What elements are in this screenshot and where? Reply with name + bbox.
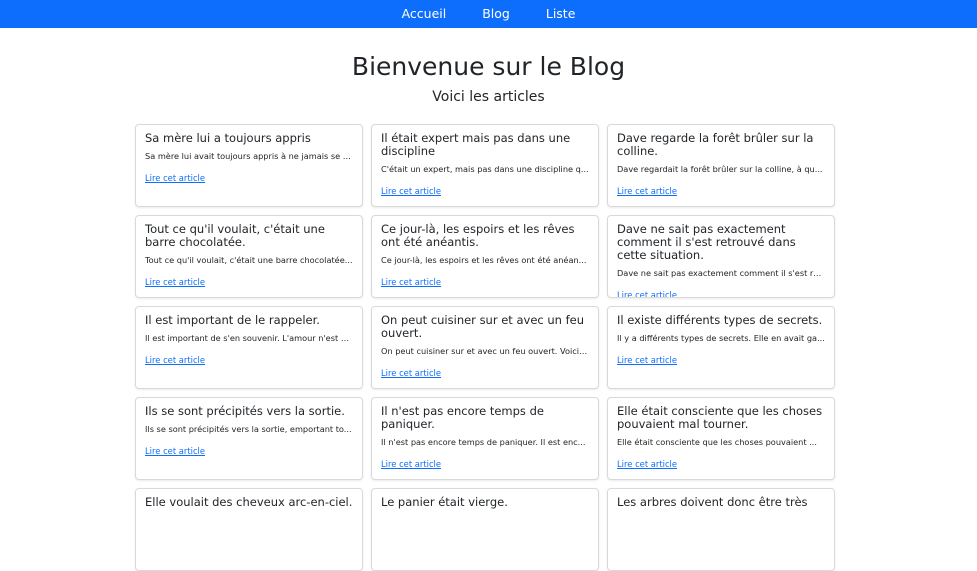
read-article-link[interactable]: Lire cet article — [617, 290, 677, 297]
article-excerpt: Dave regardait la forêt brûler sur la co… — [617, 164, 823, 174]
article-excerpt: Il est important de s'en souvenir. L'amo… — [145, 333, 353, 343]
read-article-link[interactable]: Lire cet article — [381, 277, 441, 288]
read-article-link[interactable]: Lire cet article — [381, 186, 441, 197]
article-excerpt: Il n'est pas encore temps de paniquer. I… — [381, 437, 586, 447]
article-title: Dave ne sait pas exactement comment il s… — [617, 222, 796, 262]
article-card: Elle voulait des cheveux arc-en-ciel. — [135, 488, 363, 571]
article-title: Il n'est pas encore temps de paniquer. — [381, 404, 544, 431]
article-title: Elle voulait des cheveux arc-en-ciel. — [145, 495, 353, 509]
article-title: Les arbres doivent donc être très — [617, 495, 808, 509]
article-title: Il est important de le rappeler. — [145, 313, 320, 327]
page-title: Bienvenue sur le Blog — [351, 52, 626, 81]
article-title: Sa mère lui a toujours appris — [145, 131, 311, 145]
article-card: Ils se sont précipités vers la sortie. I… — [135, 397, 363, 480]
article-title: On peut cuisiner sur et avec un feu ouve… — [381, 313, 585, 340]
article-card: Il n'est pas encore temps de paniquer. I… — [371, 397, 599, 480]
article-excerpt: Ce jour-là, les espoirs et les rêves ont… — [381, 255, 587, 265]
article-excerpt: C'était un expert, mais pas dans une dis… — [381, 164, 589, 174]
read-article-link[interactable]: Lire cet article — [617, 186, 677, 197]
article-title: Il existe différents types de secrets. — [617, 313, 823, 327]
article-card: Dave regarde la forêt brûler sur la coll… — [607, 124, 835, 207]
articles-grid: Sa mère lui a toujours appris Sa mère lu… — [135, 124, 835, 571]
read-article-link[interactable]: Lire cet article — [145, 277, 205, 288]
read-article-link[interactable]: Lire cet article — [617, 355, 677, 366]
read-article-link[interactable]: Lire cet article — [145, 355, 205, 366]
article-card: Sa mère lui a toujours appris Sa mère lu… — [135, 124, 363, 207]
top-navbar: Accueil Blog Liste — [0, 0, 977, 28]
article-card: Il existe différents types de secrets. I… — [607, 306, 835, 389]
article-title: Le panier était vierge. — [381, 495, 508, 509]
article-card: Il est important de le rappeler. Il est … — [135, 306, 363, 389]
article-excerpt: Il y a différents types de secrets. Elle… — [617, 333, 825, 343]
article-card: Le panier était vierge. — [371, 488, 599, 571]
article-card: Dave ne sait pas exactement comment il s… — [607, 215, 835, 298]
article-title: Ils se sont précipités vers la sortie. — [145, 404, 345, 418]
article-card: Il était expert mais pas dans une discip… — [371, 124, 599, 207]
article-card: On peut cuisiner sur et avec un feu ouve… — [371, 306, 599, 389]
read-article-link[interactable]: Lire cet article — [145, 446, 205, 457]
article-title: Elle était consciente que les choses pou… — [617, 404, 823, 431]
read-article-link[interactable]: Lire cet article — [145, 173, 205, 184]
article-excerpt: On peut cuisiner sur et avec un feu ouve… — [381, 346, 589, 356]
page-subtitle: Voici les articles — [432, 89, 545, 105]
hero-header: Bienvenue sur le Blog Voici les articles — [0, 50, 977, 107]
nav-link-liste[interactable]: Liste — [528, 0, 594, 28]
nav-link-blog[interactable]: Blog — [464, 0, 528, 28]
article-title: Dave regarde la forêt brûler sur la coll… — [617, 131, 814, 158]
nav-link-accueil[interactable]: Accueil — [384, 0, 465, 28]
article-excerpt: Ils se sont précipités vers la sortie, e… — [145, 424, 352, 434]
article-excerpt: Sa mère lui avait toujours appris à ne j… — [145, 151, 353, 161]
article-card: Les arbres doivent donc être très — [607, 488, 835, 571]
article-excerpt: Tout ce qu'il voulait, c'était une barre… — [145, 255, 353, 265]
article-title: Ce jour-là, les espoirs et les rêves ont… — [381, 222, 575, 249]
article-card: Elle était consciente que les choses pou… — [607, 397, 835, 480]
article-card: Ce jour-là, les espoirs et les rêves ont… — [371, 215, 599, 298]
article-excerpt: Dave ne sait pas exactement comment il s… — [617, 268, 825, 278]
article-excerpt: Elle était consciente que les choses pou… — [617, 437, 817, 447]
article-title: Il était expert mais pas dans une discip… — [381, 131, 571, 158]
read-article-link[interactable]: Lire cet article — [617, 459, 677, 470]
article-title: Tout ce qu'il voulait, c'était une barre… — [145, 222, 325, 249]
read-article-link[interactable]: Lire cet article — [381, 459, 441, 470]
read-article-link[interactable]: Lire cet article — [381, 368, 441, 379]
article-card: Tout ce qu'il voulait, c'était une barre… — [135, 215, 363, 298]
